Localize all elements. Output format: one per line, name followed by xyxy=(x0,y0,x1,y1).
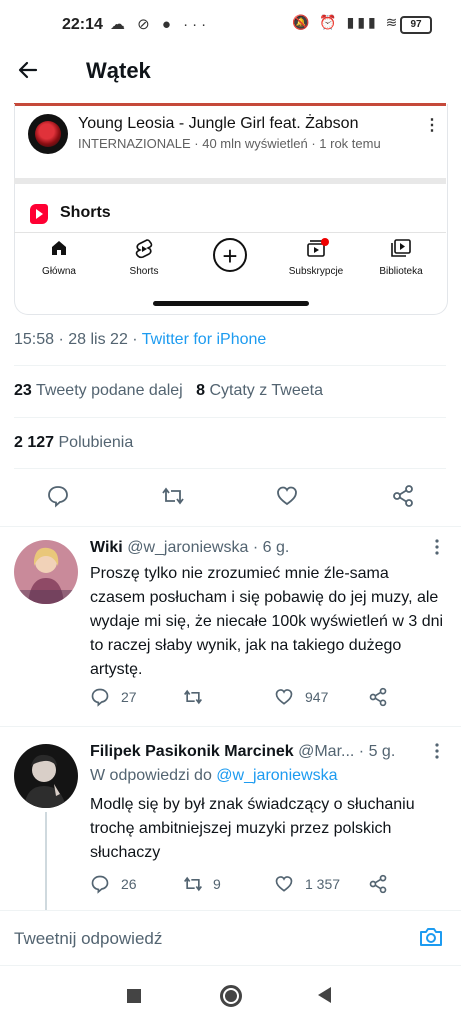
video-meta: INTERNAZIONALE · 40 mln wyświetleń · 1 r… xyxy=(78,136,381,151)
retweet-icon[interactable] xyxy=(182,687,204,712)
yt-nav-label: Shorts xyxy=(129,266,159,277)
share-icon[interactable] xyxy=(368,687,388,712)
like-count: 947 xyxy=(305,689,329,705)
retweet-quote-stats: 23 Tweety podane dalej 8 Cytaty z Tweeta xyxy=(14,382,323,400)
create-add-icon[interactable]: + xyxy=(213,238,247,272)
reply-icon[interactable] xyxy=(44,484,72,512)
recents-icon[interactable] xyxy=(127,989,141,1003)
avatar[interactable] xyxy=(14,540,78,604)
shorts-logo-icon xyxy=(30,204,48,224)
reply-author-handle[interactable]: @Mar... xyxy=(298,743,354,760)
subscriptions-icon xyxy=(278,238,354,264)
more-options-icon[interactable]: ⋮ xyxy=(424,115,440,135)
yt-nav-home[interactable]: Główna xyxy=(21,238,97,277)
divider xyxy=(0,965,461,966)
quotes-stat[interactable]: 8 Cytaty z Tweeta xyxy=(196,382,323,399)
library-icon xyxy=(363,238,439,264)
notification-dot xyxy=(321,238,329,246)
like-count: 1 357 xyxy=(305,876,341,892)
embed-home-indicator xyxy=(153,301,309,306)
reply-author-handle[interactable]: @w_jaroniewska · 6 g. xyxy=(127,539,289,556)
status-time: 22:14 xyxy=(62,16,103,33)
yt-nav-label: Biblioteka xyxy=(379,266,423,277)
divider xyxy=(14,417,446,418)
back-icon[interactable] xyxy=(318,987,331,1003)
status-icons-left: ☁ ⊘ ● ··· xyxy=(110,16,211,33)
channel-avatar[interactable] xyxy=(28,114,68,154)
status-icons-right: 🔕 ⏰ ▮▮▮ ≋ xyxy=(292,14,401,30)
mention-link[interactable]: @w_jaroniewska xyxy=(216,767,337,784)
more-options-icon[interactable] xyxy=(434,538,440,561)
tweet-source-link[interactable]: Twitter for iPhone xyxy=(142,331,267,348)
retweet-count: 9 xyxy=(213,876,221,892)
divider xyxy=(0,726,461,727)
retweet-icon[interactable] xyxy=(159,484,187,512)
like-icon[interactable] xyxy=(274,874,294,899)
home-icon xyxy=(21,238,97,264)
retweet-icon[interactable] xyxy=(182,874,204,899)
reply-text: Modlę się by był znak świadczący o słuch… xyxy=(90,796,415,861)
back-arrow-icon[interactable] xyxy=(16,58,52,84)
retweets-stat[interactable]: 23 Tweety podane dalej xyxy=(14,382,183,399)
tweet-timestamp: 15:58 · 28 lis 22 · xyxy=(14,331,142,348)
reply-author-name[interactable]: Filipek Pasikonik Marcinek xyxy=(90,743,294,760)
tweet-timestamp-row: 15:58 · 28 lis 22 · Twitter for iPhone xyxy=(14,331,266,349)
likes-stat[interactable]: 2 127 Polubienia xyxy=(14,434,133,452)
share-icon[interactable] xyxy=(389,484,417,512)
yt-nav-divider xyxy=(14,232,446,233)
like-icon[interactable] xyxy=(273,484,301,512)
yt-nav-shorts[interactable]: Shorts xyxy=(106,238,182,277)
thread-line xyxy=(45,812,47,910)
like-icon[interactable] xyxy=(274,687,294,712)
reply-icon[interactable] xyxy=(90,687,110,712)
home-button-dot xyxy=(225,990,237,1002)
shorts-icon xyxy=(106,238,182,264)
reply-author-name[interactable]: Wiki xyxy=(90,539,123,556)
replying-to: W odpowiedzi do @w_jaroniewska xyxy=(90,767,338,784)
reply-time: · 5 g. xyxy=(358,743,396,760)
rose-image xyxy=(35,121,61,147)
yt-nav-label: Subskrypcje xyxy=(288,266,344,277)
share-icon[interactable] xyxy=(368,874,388,899)
reply-text: Proszę tylko nie zrozumieć mnie źle-sama… xyxy=(90,565,444,678)
reply-header: Filipek Pasikonik Marcinek @Mar... · 5 g… xyxy=(90,743,395,761)
more-options-icon[interactable] xyxy=(434,742,440,765)
divider xyxy=(14,468,446,469)
reply-header: Wiki @w_jaroniewska · 6 g. xyxy=(90,539,289,557)
camera-icon[interactable] xyxy=(418,926,444,948)
reply-input[interactable]: Tweetnij odpowiedź xyxy=(14,929,162,949)
reply-count: 26 xyxy=(121,876,137,892)
reply-icon[interactable] xyxy=(90,874,110,899)
battery-icon: 97 xyxy=(400,16,432,34)
page-title: Wątek xyxy=(86,58,151,83)
header xyxy=(0,48,461,104)
yt-nav-label: Główna xyxy=(42,266,76,277)
divider xyxy=(14,365,446,366)
divider xyxy=(0,526,461,527)
avatar[interactable] xyxy=(14,744,78,808)
yt-nav-library[interactable]: Biblioteka xyxy=(363,238,439,277)
shorts-label: Shorts xyxy=(60,204,111,221)
video-title[interactable]: Young Leosia - Jungle Girl feat. Żabson xyxy=(78,115,358,133)
yt-nav-subscriptions[interactable]: Subskrypcje xyxy=(278,238,354,277)
reply-count: 27 xyxy=(121,689,137,705)
embed-separator xyxy=(14,178,446,184)
